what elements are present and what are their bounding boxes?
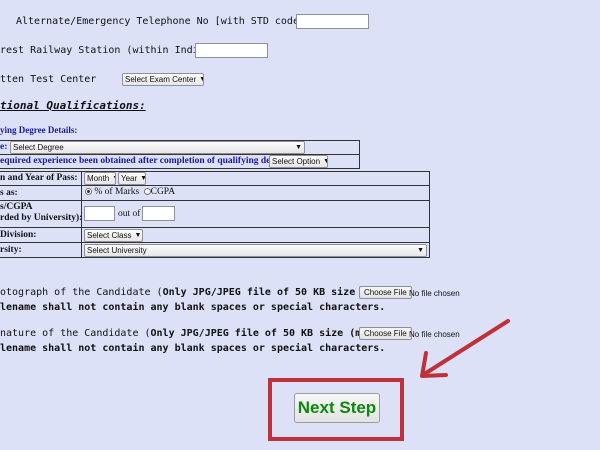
dropdown-arrow-icon: ▼ <box>140 173 145 184</box>
experience-select-value: Select Option <box>272 157 321 166</box>
degree-select-value: Select Degree <box>13 143 64 152</box>
alt-phone-label: Alternate/Emergency Telephone No [with S… <box>16 16 305 27</box>
next-step-button[interactable]: Next Step <box>294 393 380 423</box>
marks-total-input[interactable] <box>142 206 175 221</box>
pass-label: n and Year of Pass: <box>0 173 78 183</box>
dropdown-arrow-icon: ▼ <box>199 74 203 85</box>
dropdown-arrow-icon: ▼ <box>417 247 424 254</box>
qualifications-heading: tional Qualifications: <box>0 99 146 112</box>
table-rule <box>0 200 430 201</box>
marks-type-radio-group: % of Marks CGPA <box>85 187 175 197</box>
year-select-value: Year <box>121 174 138 183</box>
railway-label: rest Railway Station (within India) <box>0 45 211 56</box>
signature-upload-label: nature of the Candidate (Only JPG/JPEG f… <box>0 328 397 339</box>
signature-label-constraint: Only JPG/JPEG file of 50 KB size (max) <box>150 328 380 339</box>
dropdown-arrow-icon: ▼ <box>112 173 115 184</box>
signature-choose-file-button[interactable]: Choose File <box>359 327 412 340</box>
experience-label: equired experience been obtained after c… <box>0 156 294 166</box>
test-center-label: tten Test Center <box>0 74 97 85</box>
class-select-value: Select Class <box>87 231 132 240</box>
table-rule <box>0 242 430 243</box>
marks-obtained-input[interactable] <box>84 206 115 221</box>
photo-label-constraint: Only JPG/JPEG file of 50 KB size (max) <box>162 287 392 298</box>
exam-center-select[interactable]: Select Exam Center▼ <box>122 73 204 86</box>
exam-center-value: Select Exam Center <box>125 75 197 84</box>
table-rule <box>0 185 430 186</box>
photo-upload-label: otograph of the Candidate (Only JPG/JPEG… <box>0 287 409 298</box>
photo-file-status: No file chosen <box>409 289 460 298</box>
cgpa-label-1: s/CGPA <box>0 202 33 212</box>
photo-label-start: otograph of the Candidate ( <box>0 287 163 298</box>
university-select-value: Select University <box>87 246 147 255</box>
year-select[interactable]: Year▼ <box>118 172 146 185</box>
cgpa-radio-label: CGPA <box>150 187 176 197</box>
table-rule <box>0 227 430 228</box>
month-select[interactable]: Month▼ <box>84 172 116 185</box>
experience-select[interactable]: Select Option▼ <box>269 155 328 168</box>
signature-filename-note: lename shall not contain any blank space… <box>0 343 386 354</box>
railway-input[interactable] <box>195 43 268 58</box>
cgpa-label-2: rded by University): <box>0 213 83 223</box>
alt-phone-input[interactable] <box>296 14 369 29</box>
marks-radio[interactable] <box>85 188 92 196</box>
dropdown-arrow-icon: ▼ <box>295 144 302 151</box>
red-arrow-icon <box>420 319 510 378</box>
photo-filename-note: lename shall not contain any blank space… <box>0 302 386 313</box>
marks-radio-label: % of Marks <box>94 187 140 197</box>
class-select[interactable]: Select Class ▼ <box>84 229 143 242</box>
cgpa-radio[interactable] <box>143 188 151 196</box>
photo-choose-file-button[interactable]: Choose File <box>359 286 412 299</box>
degree-label: e: <box>0 142 8 152</box>
degree-select[interactable]: Select Degree ▼ <box>10 141 305 154</box>
university-select[interactable]: Select University ▼ <box>84 244 427 257</box>
division-label: Division: <box>0 230 37 240</box>
marks-as-label: s as: <box>0 188 18 198</box>
month-select-value: Month <box>87 174 110 183</box>
degree-details-subheading: ying Degree Details: <box>0 125 78 135</box>
out-of-label: out of <box>118 209 141 219</box>
dropdown-arrow-icon: ▼ <box>323 156 327 167</box>
university-label: rsity: <box>0 245 22 255</box>
signature-label-start: nature of the Candidate ( <box>0 328 151 339</box>
dropdown-arrow-icon: ▼ <box>134 232 142 239</box>
